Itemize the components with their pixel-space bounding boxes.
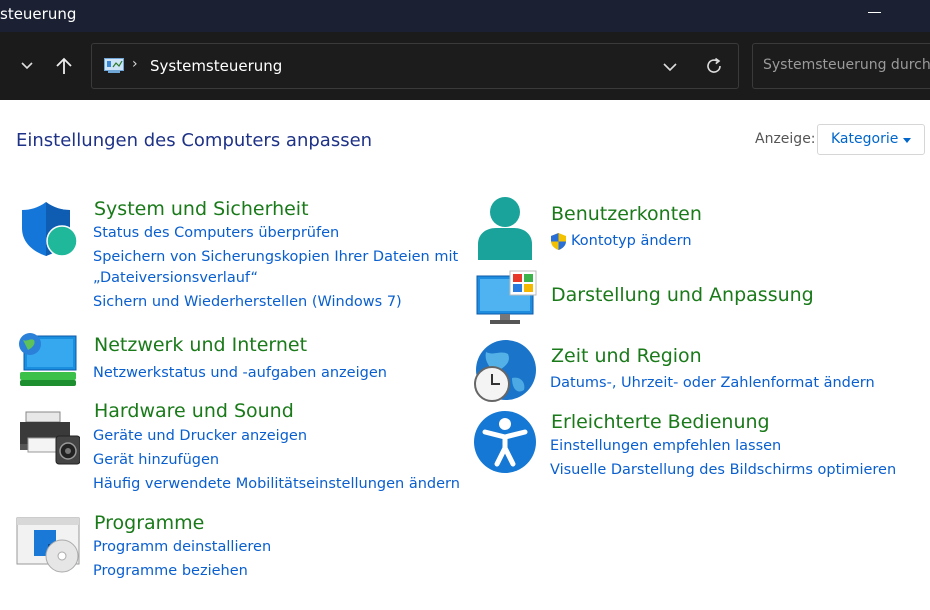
shield-icon [22,202,78,257]
link-recommend-settings[interactable]: Einstellungen empfehlen lassen [550,438,781,454]
title-bar: steuerung [0,0,930,32]
category-user-accounts[interactable]: Benutzerkonten [551,203,702,225]
user-accounts-icon [478,197,532,260]
search-input[interactable] [763,57,930,73]
view-dropdown[interactable]: Kategorie [817,124,925,155]
uac-shield-icon [551,233,566,250]
link-change-account-type[interactable]: Kontotyp ändern [571,233,692,249]
programs-icon [16,517,80,573]
up-button[interactable] [50,52,78,80]
category-time-region[interactable]: Zeit und Region [551,345,702,367]
link-check-status[interactable]: Status des Computers überprüfen [93,225,339,241]
search-box[interactable] [752,43,930,89]
category-ease-of-access[interactable]: Erleichterte Bedienung [551,411,770,433]
appearance-icon [476,270,537,324]
link-mobility-settings[interactable]: Häufig verwendete Mobilitätseinstellunge… [93,476,460,492]
window-title: steuerung [0,5,77,23]
accessibility-icon [474,411,536,473]
category-appearance[interactable]: Darstellung und Anpassung [551,284,814,306]
navigation-bar: › Systemsteuerung [0,32,930,100]
link-optimize-display[interactable]: Visuelle Darstellung des Bildschirms opt… [550,462,896,478]
link-backup-file-history-2[interactable]: „Dateiversionsverlauf“ [93,270,258,286]
category-network-internet[interactable]: Netzwerk und Internet [94,334,307,356]
recent-locations-button[interactable] [13,52,41,80]
link-uninstall-program[interactable]: Programm deinstallieren [93,539,271,555]
refresh-button[interactable] [704,56,724,80]
minimize-button[interactable] [868,2,882,22]
view-dropdown-value: Kategorie [831,131,899,147]
category-programs[interactable]: Programme [94,512,204,534]
link-get-programs[interactable]: Programme beziehen [93,563,248,579]
link-network-status[interactable]: Netzwerkstatus und -aufgaben anzeigen [93,365,387,381]
link-backup-restore[interactable]: Sichern und Wiederherstellen (Windows 7) [93,294,402,310]
chevron-down-icon [663,63,677,72]
link-backup-file-history[interactable]: Speichern von Sicherungskopien Ihrer Dat… [93,249,458,265]
arrow-up-icon [56,57,72,74]
page-title: Einstellungen des Computers anpassen [16,130,373,151]
view-label: Anzeige: [755,131,816,147]
category-hardware-sound[interactable]: Hardware und Sound [94,400,294,422]
link-date-time-format[interactable]: Datums-, Uhrzeit- oder Zahlenformat ände… [550,375,875,391]
link-devices-printers[interactable]: Geräte und Drucker anzeigen [93,428,307,444]
refresh-icon [707,57,721,73]
link-add-device[interactable]: Gerät hinzufügen [93,452,219,468]
network-icon [19,333,77,386]
breadcrumb-systemsteuerung[interactable]: Systemsteuerung [150,57,282,75]
caret-down-icon [903,138,911,143]
address-dropdown-button[interactable] [662,58,678,77]
control-panel-icon [104,58,124,73]
globe-clock-icon [474,340,536,402]
category-system-security[interactable]: System und Sicherheit [94,198,309,220]
address-bar[interactable]: › Systemsteuerung [91,43,739,89]
printer-icon [20,411,80,465]
chevron-down-icon [21,62,33,70]
breadcrumb-separator: › [132,56,138,72]
